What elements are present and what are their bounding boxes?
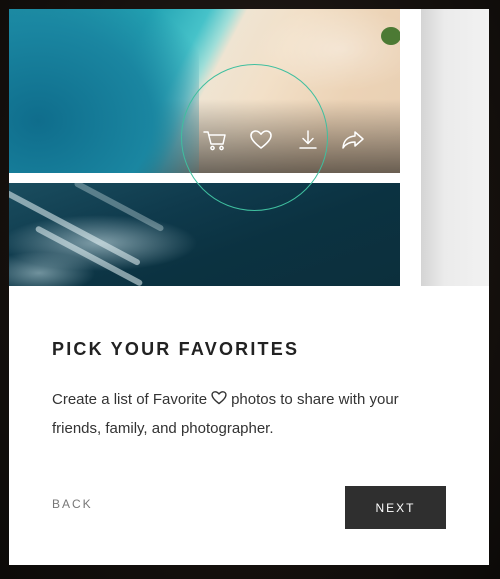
back-button[interactable]: BACK [52, 497, 93, 511]
tutorial-content: PICK YOUR FAVORITES Create a list of Fav… [9, 286, 489, 565]
tutorial-title: PICK YOUR FAVORITES [52, 339, 300, 359]
cart-icon[interactable] [202, 127, 228, 153]
tutorial-description: Create a list of Favorite photos to share… [52, 387, 432, 442]
download-icon[interactable] [295, 127, 321, 153]
heart-icon[interactable] [248, 127, 274, 153]
next-button[interactable]: NEXT [345, 486, 446, 529]
photo-gallery-preview [9, 9, 489, 286]
next-photo-peek [421, 9, 489, 286]
heart-icon [210, 389, 228, 416]
waves-photo[interactable] [9, 183, 400, 286]
share-icon[interactable] [340, 127, 366, 153]
tutorial-modal: PICK YOUR FAVORITES Create a list of Fav… [9, 9, 489, 565]
description-text-before: Create a list of Favorite [52, 391, 208, 408]
